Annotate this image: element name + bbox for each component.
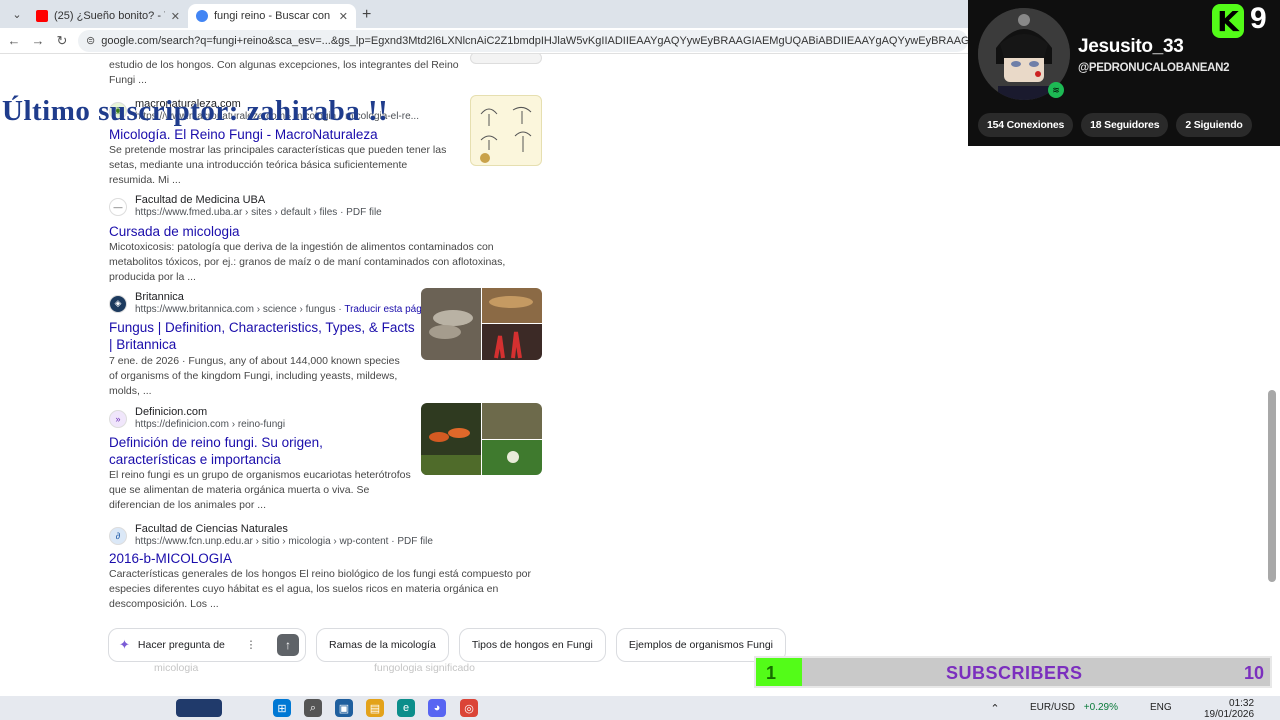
close-icon[interactable]: ✕ [171,10,180,23]
result-thumbnail[interactable] [470,95,542,166]
google-icon [196,10,208,22]
britannica-icon: ◈ [109,294,127,313]
site-info-icon[interactable]: ⊜ [86,34,95,47]
fcn-icon: ∂ [109,526,127,545]
source-name: Facultad de Medicina UBA [135,194,266,206]
file-explorer-icon[interactable]: ▤ [366,699,384,717]
tray-overflow-icon[interactable]: ⌃ [986,699,1004,717]
tab-youtube[interactable]: (25) ¿Sueño bonito? - YouTube ✕ [28,4,188,28]
tab-label: fungi reino - Buscar con Google [214,10,333,22]
source-url: https://www.fcn.unp.edu.ar › sitio › mic… [135,536,433,547]
source-name: Definicion.com [135,406,208,418]
browser-tab-bar: ⌄ (25) ¿Sueño bonito? - YouTube ✕ fungi … [0,0,968,28]
url-text: google.com/search?q=fungi+reino&sca_esv=… [101,34,968,47]
mushroom-diagram-image [480,106,532,163]
clock-time: 01:32 [1229,698,1255,709]
discord-icon[interactable]: ◕ [428,699,446,717]
source-name: Britannica [135,291,184,303]
document-icon: — [109,197,127,216]
result-thumbnail[interactable] [421,403,542,475]
reload-icon[interactable]: ↻ [54,33,70,49]
result-thumbnail[interactable] [470,54,542,64]
url-field[interactable]: ⊜ google.com/search?q=fungi+reino&sca_es… [78,29,968,52]
result-source[interactable]: » Definicion.com https://definicion.com … [109,406,285,431]
language-indicator[interactable]: ENG [1150,703,1172,713]
result-snippet: Micotoxicosis: patología que deriva de l… [109,241,506,283]
fungus-photos-image [421,288,542,360]
page-scrollbar[interactable] [1268,390,1276,582]
back-arrow-icon[interactable]: ← [6,33,22,48]
ask-question-chip[interactable]: ✦ Hacer pregunta de ⋮ ↑ [108,628,306,662]
windows-taskbar: ⊞ ⌕ ▣ ▤ e ◕ ◎ ⌃ EUR/USD +0.29% ENG 01:32… [0,696,1280,720]
suggestion-micologia[interactable]: micologia [154,662,198,674]
profile-username: Jesusito_33 [1078,36,1184,57]
fungus-photos-image [421,403,542,475]
market-ticker[interactable]: EUR/USD +0.29% [1030,702,1118,713]
tab-search-icon[interactable]: ⌄ [6,3,28,25]
result-snippet: 7 ene. de 2026 · Fungus, any of about 14… [109,355,400,397]
edge-icon[interactable]: e [397,699,415,717]
source-name: Facultad de Ciencias Naturales [135,523,288,535]
tab-label: (25) ¿Sueño bonito? - YouTube [54,10,165,22]
clock[interactable]: 01:32 19/01/2026 [1204,698,1255,720]
search-results: estudio de los hongos. Con algunas excep… [0,54,968,654]
spotify-icon: ≋ [1048,82,1064,98]
definicion-icon: » [109,409,127,428]
result-source[interactable]: ◈ Britannica https://www.britannica.com … [109,291,435,316]
submit-arrow-icon[interactable]: ↑ [276,634,299,656]
task-view-icon[interactable]: ▣ [335,699,353,717]
source-url: https://www.fmed.uba.ar › sites › defaul… [135,207,382,218]
source-url: https://www.britannica.com › science › f… [135,304,436,315]
result-source[interactable]: — Facultad de Medicina UBA https://www.f… [109,194,382,219]
subscribers-label: SUBSCRIBERS [946,663,1083,683]
ask-label: Hacer pregunta de [137,639,225,651]
market-name: EUR/USD [1030,702,1076,713]
result-title[interactable]: Definición de reino fungi. Su origen, ca… [109,434,349,468]
result-title[interactable]: 2016-b-MICOLOGIA [109,550,419,567]
profile-card: ≋ Jesusito_33 @PEDRONUCALOBANEAN2 154 Co… [968,0,1280,146]
result-snippet: estudio de los hongos. Con algunas excep… [109,59,459,86]
result-title[interactable]: Micología. El Reino Fungi - MacroNatural… [109,126,419,143]
following-count: 2 Siguiendo [1176,113,1252,137]
youtube-icon [36,10,48,22]
result-snippet: Se pretende mostrar las principales cara… [109,144,447,186]
source-url: https://definicion.com › reino-fungi [135,419,286,430]
result-snippet: El reino fungi es un grupo de organismos… [109,469,411,511]
profile-stats: 154 Conexiones 18 Seguidores 2 Siguiendo [978,113,1252,137]
clock-date: 19/01/2026 [1204,709,1255,720]
address-bar-row: ← → ↻ ⊜ google.com/search?q=fungi+reino&… [0,28,968,54]
chip-ramas[interactable]: Ramas de la micología [316,628,449,662]
forward-arrow-icon[interactable]: → [30,33,46,48]
more-vert-icon[interactable]: ⋮ [246,639,257,651]
result-title[interactable]: Fungus | Definition, Characteristics, Ty… [109,319,419,353]
subscribers-progress-fill [756,658,803,686]
result-source[interactable]: ∂ Facultad de Ciencias Naturales https:/… [109,523,433,548]
kick-logo: K [1212,4,1244,38]
chrome-icon[interactable]: ◎ [460,699,478,717]
connections-count: 154 Conexiones [978,113,1074,137]
weather-widget-icon[interactable] [176,699,222,717]
gemini-icon: ✦ [119,637,130,652]
result-snippet: Características generales de los hongos … [109,568,531,610]
start-icon[interactable]: ⊞ [273,699,291,717]
subscribers-goal-bar: 1 SUBSCRIBERS 10 [754,656,1272,688]
latest-subscriber-overlay: Último suscriptor: zahiraba !! [2,95,389,127]
profile-handle: @PEDRONUCALOBANEAN2 [1078,62,1230,74]
result-title[interactable]: Cursada de micologia [109,223,419,240]
tab-google-search[interactable]: fungi reino - Buscar con Google ✕ [188,4,356,28]
search-icon[interactable]: ⌕ [304,699,322,717]
related-chips: ✦ Hacer pregunta de ⋮ ↑ Ramas de la mico… [108,628,786,662]
suggestion-fungologia[interactable]: fungologia significado [374,662,475,674]
subscribers-goal: 10 [1243,663,1264,683]
new-tab-button[interactable]: + [362,6,371,24]
market-change: +0.29% [1083,702,1118,713]
source-url-text: https://www.britannica.com › science › f… [135,304,336,315]
platform-count: 9 [1250,2,1267,35]
subscribers-current: 1 [766,663,777,683]
result-thumbnail[interactable] [421,288,542,360]
close-icon[interactable]: ✕ [339,10,348,23]
followers-count: 18 Seguidores [1081,113,1169,137]
chip-tipos[interactable]: Tipos de hongos en Fungi [458,628,606,662]
